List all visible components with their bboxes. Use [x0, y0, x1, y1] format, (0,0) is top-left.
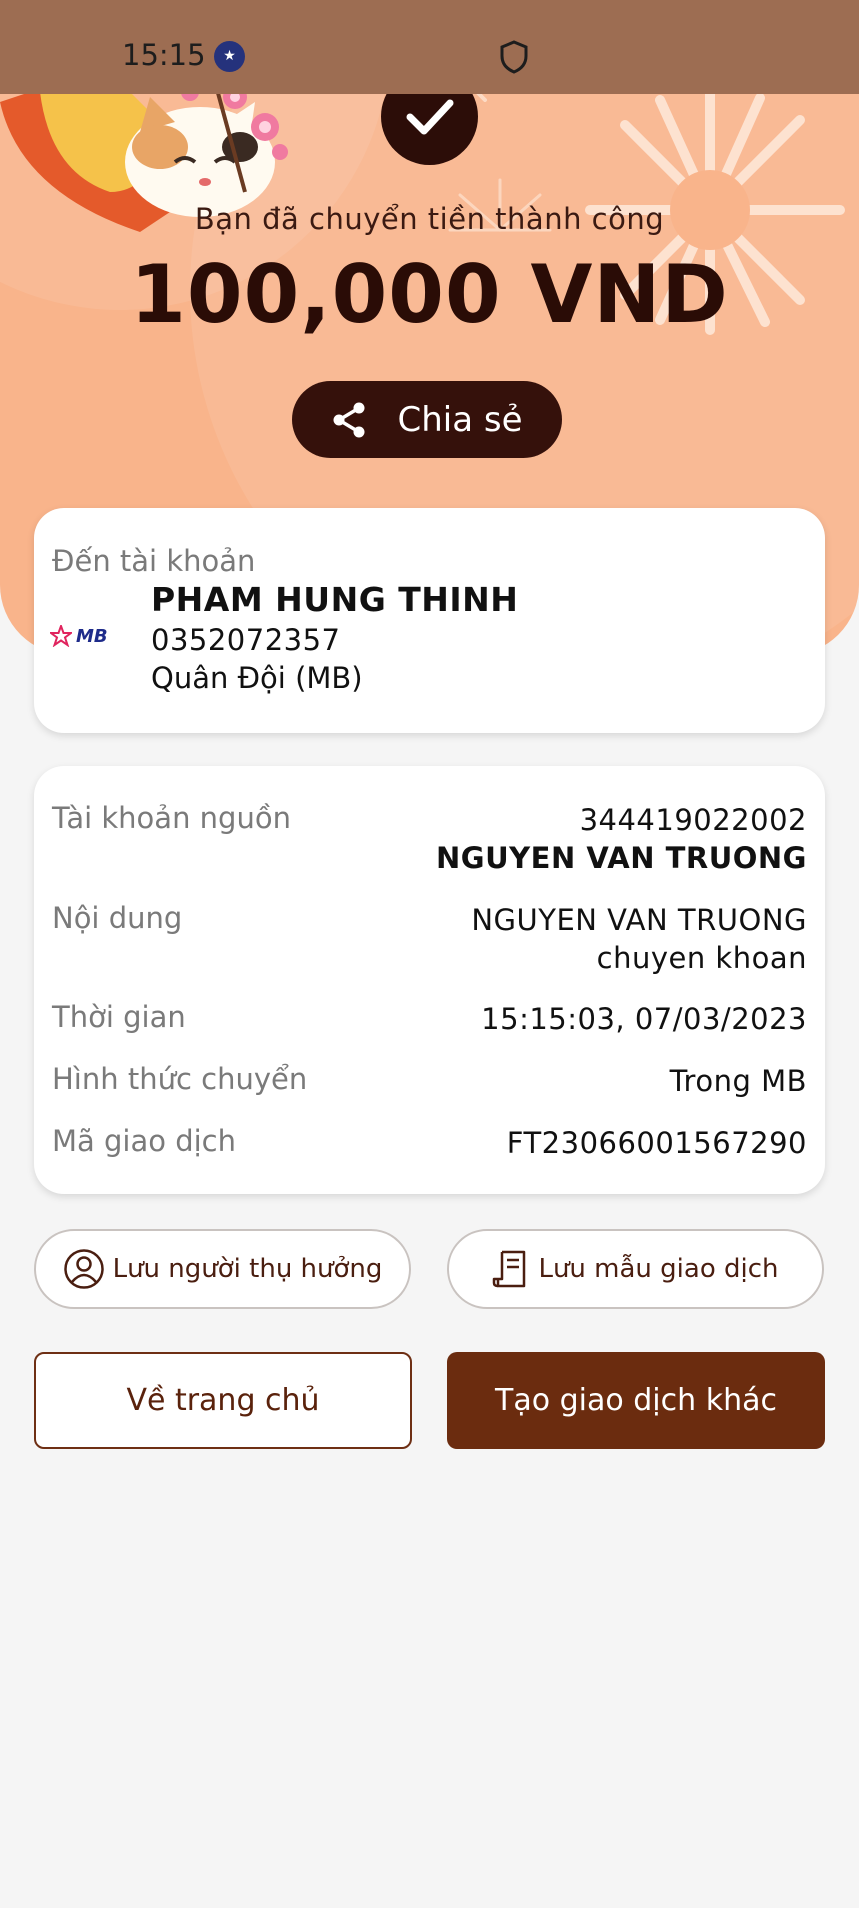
receipt-icon: [493, 1250, 526, 1288]
recipient-card: Đến tài khoản MB PHAM HUNG THINH 0352072…: [34, 508, 825, 733]
australia-flag-icon: ★: [214, 41, 245, 72]
mb-logo-text: MB: [76, 625, 108, 647]
detail-key: Mã giao dịch: [52, 1124, 236, 1158]
save-beneficiary-label: Lưu người thụ hưởng: [112, 1254, 383, 1284]
detail-key: Thời gian: [52, 1000, 186, 1034]
save-template-button[interactable]: Lưu mẫu giao dịch: [447, 1229, 824, 1309]
mb-star-icon: [50, 625, 72, 647]
detail-value: 344419022002 NGUYEN VAN TRUONG: [436, 801, 807, 877]
home-button[interactable]: Về trang chủ: [34, 1352, 412, 1449]
home-button-label: Về trang chủ: [126, 1383, 320, 1418]
new-transaction-label: Tạo giao dịch khác: [495, 1383, 777, 1418]
recipient-label: Đến tài khoản: [52, 544, 256, 578]
source-account-name: NGUYEN VAN TRUONG: [436, 841, 807, 875]
source-account-number: 344419022002: [579, 803, 807, 837]
user-circle-icon: [63, 1249, 104, 1289]
status-time: 15:15: [122, 38, 206, 72]
detail-key: Hình thức chuyển: [52, 1062, 308, 1096]
save-beneficiary-button[interactable]: Lưu người thụ hưởng: [34, 1229, 411, 1309]
detail-key: Tài khoản nguồn: [52, 801, 291, 835]
detail-key: Nội dung: [52, 901, 183, 935]
success-message: Bạn đã chuyển tiền thành công: [194, 202, 665, 236]
share-label: Chia sẻ: [397, 399, 523, 440]
detail-value: Trong MB: [669, 1064, 807, 1098]
shield-icon: [500, 40, 528, 74]
mb-bank-logo: MB: [50, 625, 108, 647]
transaction-details-card: Tài khoản nguồn 344419022002 NGUYEN VAN …: [34, 766, 825, 1194]
transfer-amount: 100,000 VND: [130, 248, 729, 341]
detail-value: 15:15:03, 07/03/2023: [481, 1002, 807, 1036]
new-transaction-button[interactable]: Tạo giao dịch khác: [447, 1352, 825, 1449]
recipient-name: PHAM HUNG THINH: [151, 580, 519, 619]
share-icon: [333, 402, 365, 437]
content-line-2: chuyen khoan: [596, 941, 807, 975]
detail-value: NGUYEN VAN TRUONG chuyen khoan: [471, 901, 807, 977]
detail-value: FT23066001567290: [506, 1126, 807, 1160]
recipient-bank-name: Quân Đội (MB): [151, 661, 363, 695]
share-button[interactable]: Chia sẻ: [292, 381, 562, 458]
content-line-1: NGUYEN VAN TRUONG: [471, 903, 807, 937]
status-bar: 15:15 ★: [0, 0, 859, 94]
recipient-account-number: 0352072357: [151, 623, 341, 657]
save-template-label: Lưu mẫu giao dịch: [538, 1254, 779, 1284]
